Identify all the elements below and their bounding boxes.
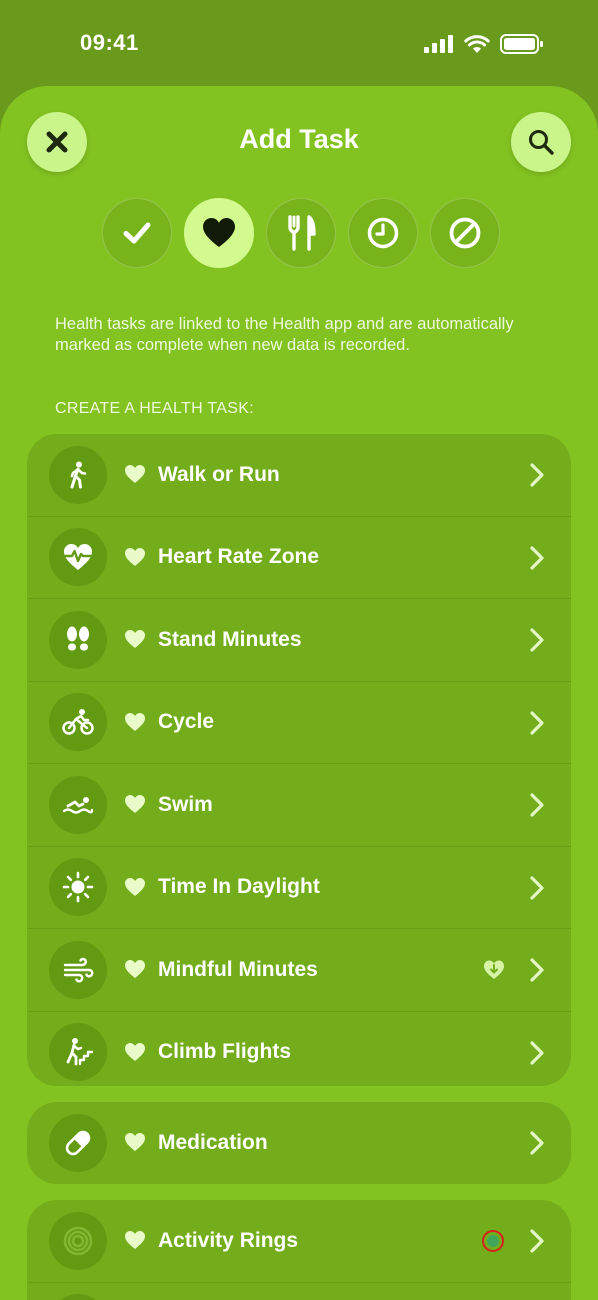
list-item-label: Walk or Run [158, 462, 280, 486]
list-item-label: Activity Rings [158, 1228, 299, 1252]
chevron-right-icon [530, 793, 544, 817]
chevron-right-icon [530, 710, 544, 735]
add-task-sheet: Add Task Health tasks are linked to the … [0, 86, 598, 1300]
search-button[interactable] [511, 112, 571, 172]
stairs-climber-icon [49, 1023, 107, 1082]
partial-row-icon [49, 1294, 107, 1300]
chevron-right-icon [530, 463, 544, 487]
list-item-label: Stand Minutes [158, 627, 302, 651]
sun-icon [49, 858, 107, 917]
health-heart-icon [125, 465, 145, 483]
health-heart-icon [125, 960, 145, 978]
clock-icon [367, 217, 399, 249]
heart-rate-icon [49, 528, 107, 587]
swimmer-icon [49, 775, 107, 834]
category-meal[interactable] [266, 198, 336, 268]
pill-icon [49, 1113, 107, 1172]
health-heart-icon [125, 547, 145, 566]
chevron-right-icon [530, 628, 544, 652]
list-item-label: Cycle [158, 710, 215, 734]
list-item-label: Swim [158, 792, 213, 816]
list-item-time-in-daylight[interactable]: Time In Daylight [27, 845, 571, 929]
list-item-label: Heart Rate Zone [158, 545, 320, 569]
list-item-mindful-minutes[interactable]: Mindful Minutes [27, 928, 571, 1011]
category-avoid[interactable] [430, 198, 500, 268]
chevron-right-icon [530, 545, 544, 570]
list-item-activity-rings[interactable]: Activity Rings [27, 1200, 571, 1282]
info-text: Health tasks are linked to the Health ap… [55, 315, 514, 354]
list-item-stand-minutes[interactable]: Stand Minutes [27, 598, 571, 681]
medication-group: Medication [27, 1102, 571, 1184]
cellular-signal-icon [424, 35, 453, 53]
list-item-label: Medication [158, 1130, 268, 1154]
category-health[interactable] [184, 198, 254, 268]
walking-figure-icon [49, 445, 107, 504]
chevron-right-icon [530, 958, 544, 982]
list-item-label: Mindful Minutes [158, 957, 318, 981]
list-item-swim[interactable]: Swim [27, 763, 571, 846]
status-bar: 09:41 [0, 0, 598, 86]
search-icon [529, 130, 554, 155]
checkmark-icon [123, 222, 151, 244]
health-heart-icon [125, 1231, 145, 1249]
heart-download-icon [484, 960, 504, 979]
footprints-icon [49, 610, 107, 669]
activity-group: Activity Rings [27, 1200, 571, 1300]
prohibited-icon [449, 217, 481, 249]
activity-rings-icon [49, 1211, 107, 1270]
chevron-right-icon [530, 1131, 544, 1155]
category-time[interactable] [348, 198, 418, 268]
heart-icon [203, 218, 235, 247]
wind-icon [49, 940, 107, 999]
list-item-label: Climb Flights [158, 1040, 291, 1064]
wifi-icon [464, 34, 490, 53]
status-dot-icon [482, 1230, 504, 1252]
list-item-medication[interactable]: Medication [27, 1102, 571, 1184]
health-heart-icon [125, 1042, 145, 1061]
health-task-list: Walk or Run Heart Rate Zone Stand Minute… [27, 434, 571, 1086]
list-item-label: Time In Daylight [158, 875, 320, 899]
list-item-cycle[interactable]: Cycle [27, 680, 571, 764]
status-time: 09:41 [80, 30, 139, 55]
chevron-right-icon [530, 1229, 544, 1253]
health-heart-icon [125, 795, 145, 813]
list-item-walk-or-run[interactable]: Walk or Run [27, 434, 571, 516]
chevron-right-icon [530, 1040, 544, 1065]
list-item-partial[interactable] [27, 1281, 571, 1300]
health-heart-icon [125, 712, 145, 731]
health-heart-icon [125, 630, 145, 648]
category-selector [0, 198, 598, 268]
battery-icon [500, 34, 543, 54]
chevron-right-icon [530, 875, 544, 900]
category-complete[interactable] [102, 198, 172, 268]
page-title: Add Task [239, 124, 359, 154]
status-icons [424, 34, 544, 54]
section-header: CREATE A HEALTH TASK: [55, 400, 254, 417]
health-heart-icon [125, 1133, 145, 1151]
list-item-climb-flights[interactable]: Climb Flights [27, 1010, 571, 1087]
list-item-heart-rate-zone[interactable]: Heart Rate Zone [27, 515, 571, 599]
bicycle-icon [49, 693, 107, 752]
fork-knife-icon [288, 215, 316, 251]
health-heart-icon [125, 877, 145, 896]
